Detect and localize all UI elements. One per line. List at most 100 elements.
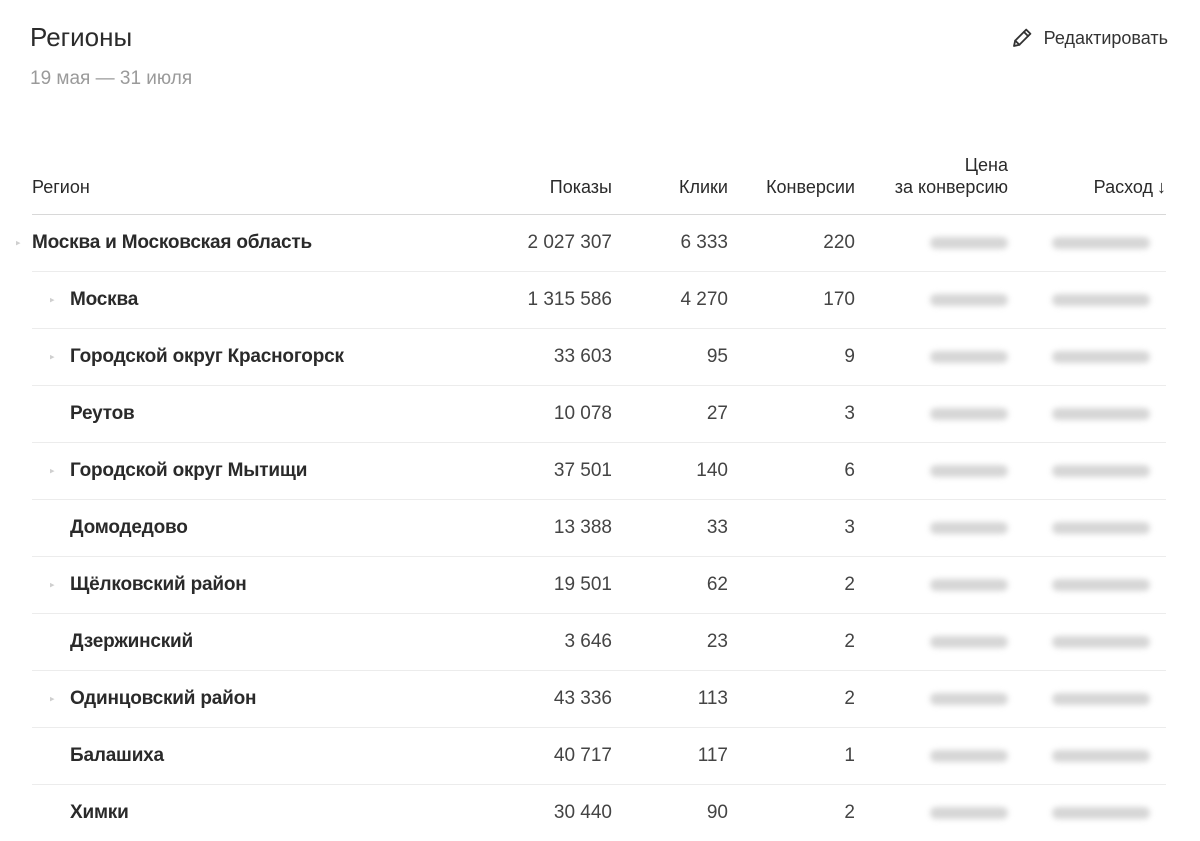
column-header-region[interactable]: Регион <box>32 176 90 198</box>
table-row[interactable]: Домодедово 13 388 33 3 <box>32 500 1166 557</box>
shows-value: 19 501 <box>553 574 612 595</box>
spend-value-blurred <box>1052 465 1150 477</box>
shows-value: 37 501 <box>553 460 612 481</box>
region-name: Щёлковский район <box>70 574 247 595</box>
conversions-value: 3 <box>844 403 855 424</box>
table-row[interactable]: ▸ Щёлковский район 19 501 62 2 <box>32 557 1166 614</box>
table-row[interactable]: Химки 30 440 90 2 <box>32 785 1166 841</box>
shows-value: 3 646 <box>564 631 612 652</box>
region-name: Москва и Московская область <box>32 232 312 253</box>
sort-descending-icon: ↓ <box>1157 177 1166 197</box>
spend-value-blurred <box>1052 750 1150 762</box>
spend-value-blurred <box>1052 807 1150 819</box>
conversions-value: 2 <box>844 574 855 595</box>
region-name: Дзержинский <box>70 631 193 652</box>
pencil-icon <box>1010 26 1034 50</box>
clicks-value: 27 <box>706 403 728 424</box>
shows-value: 2 027 307 <box>527 232 612 253</box>
region-name: Москва <box>70 289 139 310</box>
page-title: Регионы <box>30 22 133 52</box>
clicks-value: 113 <box>697 688 728 709</box>
spend-value-blurred <box>1052 294 1150 306</box>
price-per-conversion-value-blurred <box>930 408 1008 420</box>
table-row[interactable]: ▸ Москва 1 315 586 4 270 170 <box>32 272 1166 329</box>
clicks-value: 95 <box>706 346 728 367</box>
price-per-conversion-value-blurred <box>930 750 1008 762</box>
spend-value-blurred <box>1052 636 1150 648</box>
conversions-value: 2 <box>844 802 855 823</box>
conversions-value: 220 <box>823 232 855 253</box>
conversions-value: 6 <box>844 460 855 481</box>
table-row[interactable]: Балашиха 40 717 117 1 <box>32 728 1166 785</box>
region-name: Реутов <box>70 403 135 424</box>
spend-value-blurred <box>1052 408 1150 420</box>
report-header: Регионы 19 мая — 31 июля Редактировать <box>30 22 1168 102</box>
column-header-shows[interactable]: Показы <box>550 176 612 198</box>
spend-value-blurred <box>1052 351 1150 363</box>
spend-value-blurred <box>1052 693 1150 705</box>
region-name: Городской округ Мытищи <box>70 460 308 481</box>
expand-arrow-icon[interactable]: ▸ <box>50 295 55 306</box>
expand-arrow-icon[interactable]: ▸ <box>50 352 55 363</box>
clicks-value: 33 <box>706 517 728 538</box>
conversions-value: 170 <box>823 289 855 310</box>
shows-value: 33 603 <box>553 346 612 367</box>
date-range: 19 мая — 31 июля <box>30 68 193 89</box>
price-per-conversion-value-blurred <box>930 237 1008 249</box>
column-header-price-line1: Цена <box>964 155 1008 175</box>
expand-arrow-icon[interactable]: ▸ <box>16 238 21 249</box>
shows-value: 13 388 <box>553 517 612 538</box>
spend-value-blurred <box>1052 522 1150 534</box>
price-per-conversion-value-blurred <box>930 351 1008 363</box>
table-row[interactable]: ▸ Москва и Московская область 2 027 307 6 3… <box>16 215 1166 272</box>
table-row[interactable]: Реутов 10 078 27 3 <box>32 386 1166 443</box>
spend-value-blurred <box>1052 237 1150 249</box>
expand-arrow-icon[interactable]: ▸ <box>50 580 55 591</box>
spend-value-blurred <box>1052 579 1150 591</box>
clicks-value: 6 333 <box>680 232 728 253</box>
table-header: Регион Показы Клики Конверсии Цена за ко… <box>32 150 1166 215</box>
table-body: ▸ Москва и Московская область 2 027 307 6 3… <box>16 215 1166 841</box>
column-header-conversions[interactable]: Конверсии <box>766 176 855 198</box>
price-per-conversion-value-blurred <box>930 465 1008 477</box>
clicks-value: 4 270 <box>680 289 728 310</box>
price-per-conversion-value-blurred <box>930 636 1008 648</box>
edit-button[interactable]: Редактировать <box>1010 26 1168 50</box>
price-per-conversion-value-blurred <box>930 807 1008 819</box>
shows-value: 10 078 <box>553 403 612 424</box>
column-header-price-per-conversion[interactable]: Цена за конверсию <box>895 154 1008 198</box>
column-header-spend[interactable]: Расход ↓ <box>1094 176 1166 198</box>
region-name: Домодедово <box>70 517 188 538</box>
clicks-value: 62 <box>706 574 728 595</box>
table-row[interactable]: ▸ Городской округ Мытищи 37 501 140 6 <box>32 443 1166 500</box>
shows-value: 1 315 586 <box>527 289 612 310</box>
edit-button-label: Редактировать <box>1043 27 1168 48</box>
column-header-spend-label: Расход <box>1093 177 1153 197</box>
table-row[interactable]: ▸ Одинцовский район 43 336 113 2 <box>32 671 1166 728</box>
conversions-value: 1 <box>844 745 855 766</box>
shows-value: 40 717 <box>553 745 612 766</box>
clicks-value: 117 <box>697 745 728 766</box>
conversions-value: 9 <box>844 346 855 367</box>
price-per-conversion-value-blurred <box>930 294 1008 306</box>
expand-arrow-icon[interactable]: ▸ <box>50 694 55 705</box>
clicks-value: 90 <box>706 802 728 823</box>
price-per-conversion-value-blurred <box>930 522 1008 534</box>
regions-table: Регион Показы Клики Конверсии Цена за ко… <box>16 150 1166 841</box>
expand-arrow-icon[interactable]: ▸ <box>50 466 55 477</box>
region-name: Одинцовский район <box>70 688 257 709</box>
conversions-value: 2 <box>844 688 855 709</box>
table-row[interactable]: ▸ Городской округ Красногорск 33 603 95 9 <box>32 329 1166 386</box>
column-header-clicks[interactable]: Клики <box>679 176 728 198</box>
shows-value: 43 336 <box>553 688 612 709</box>
shows-value: 30 440 <box>553 802 612 823</box>
region-name: Городской округ Красногорск <box>70 346 344 367</box>
price-per-conversion-value-blurred <box>930 579 1008 591</box>
price-per-conversion-value-blurred <box>930 693 1008 705</box>
column-header-price-line2: за конверсию <box>894 177 1008 197</box>
clicks-value: 23 <box>706 631 728 652</box>
table-row[interactable]: Дзержинский 3 646 23 2 <box>32 614 1166 671</box>
clicks-value: 140 <box>696 460 728 481</box>
conversions-value: 3 <box>844 517 855 538</box>
conversions-value: 2 <box>844 631 855 652</box>
